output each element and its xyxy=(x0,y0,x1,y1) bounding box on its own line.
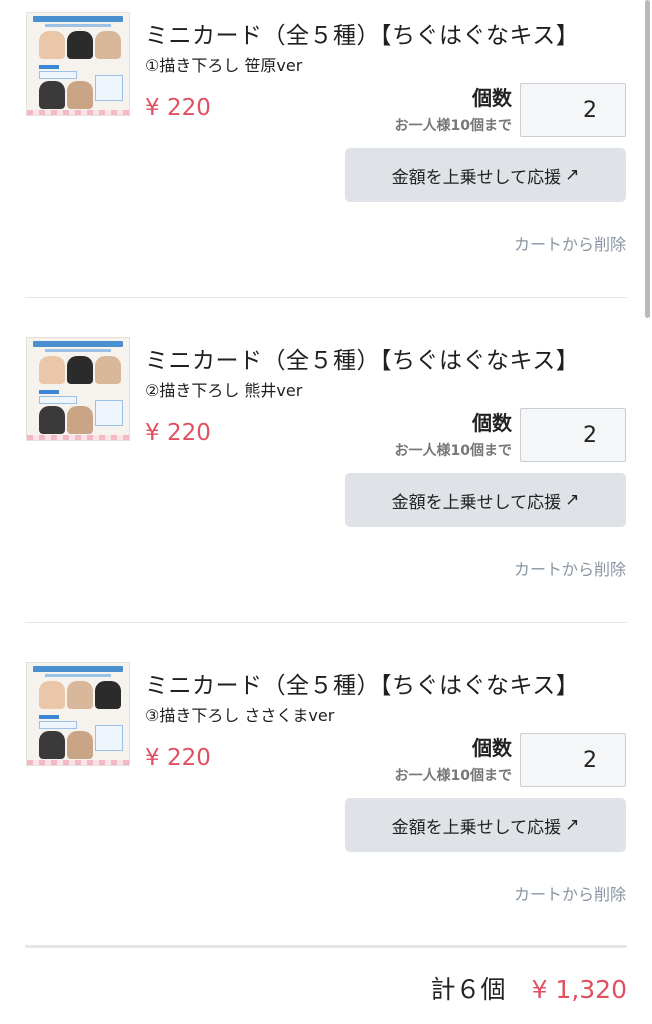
product-variant: ③描き下ろし ささくまver xyxy=(145,706,335,725)
support-button-label: 金額を上乗せして応援 xyxy=(391,492,562,513)
product-thumbnail[interactable] xyxy=(26,337,130,441)
product-thumbnail[interactable] xyxy=(26,12,130,116)
quantity-input[interactable] xyxy=(520,733,626,787)
support-button-label: 金額を上乗せして応援 xyxy=(391,167,562,188)
quantity-label: 個数 xyxy=(472,86,512,110)
quantity-input[interactable] xyxy=(520,408,626,462)
product-price: ¥ 220 xyxy=(145,745,211,771)
total-divider xyxy=(25,945,627,948)
product-title: ミニカード（全５種）【ちぐはぐなキス】 xyxy=(145,348,580,374)
product-variant: ①描き下ろし 笹原ver xyxy=(145,56,303,75)
total-count: 計６個 xyxy=(430,975,506,1004)
support-button-label: 金額を上乗せして応援 xyxy=(391,817,562,838)
item-divider xyxy=(25,297,627,298)
product-thumbnail[interactable] xyxy=(26,662,130,766)
support-extra-button[interactable]: 金額を上乗せして応援 ↗ xyxy=(345,148,626,202)
product-price: ¥ 220 xyxy=(145,95,211,121)
product-title: ミニカード（全５種）【ちぐはぐなキス】 xyxy=(145,23,580,49)
quantity-input[interactable] xyxy=(520,83,626,137)
item-divider xyxy=(25,622,627,623)
product-variant: ②描き下ろし 熊井ver xyxy=(145,381,303,400)
quantity-label: 個数 xyxy=(472,736,512,760)
total-amount: ¥ 1,320 xyxy=(531,975,627,1004)
remove-from-cart-link[interactable]: カートから削除 xyxy=(514,231,626,255)
product-price: ¥ 220 xyxy=(145,420,211,446)
quantity-label: 個数 xyxy=(472,411,512,435)
arrow-up-right-icon: ↗ xyxy=(565,490,580,510)
cart-item: ミニカード（全５種）【ちぐはぐなキス】 ②描き下ろし 熊井ver ¥ 220 個… xyxy=(0,325,652,650)
quantity-limit-note: お一人様10個まで xyxy=(394,443,512,459)
remove-from-cart-link[interactable]: カートから削除 xyxy=(514,556,626,580)
cart-item: ミニカード（全５種）【ちぐはぐなキス】 ①描き下ろし 笹原ver ¥ 220 個… xyxy=(0,0,652,325)
arrow-up-right-icon: ↗ xyxy=(565,165,580,185)
cart-item: ミニカード（全５種）【ちぐはぐなキス】 ③描き下ろし ささくまver ¥ 220… xyxy=(0,650,652,975)
cart-total: 計６個 ¥ 1,320 xyxy=(431,970,627,1006)
support-extra-button[interactable]: 金額を上乗せして応援 ↗ xyxy=(345,473,626,527)
product-title: ミニカード（全５種）【ちぐはぐなキス】 xyxy=(145,673,580,699)
quantity-limit-note: お一人様10個まで xyxy=(394,118,512,134)
support-extra-button[interactable]: 金額を上乗せして応援 ↗ xyxy=(345,798,626,852)
remove-from-cart-link[interactable]: カートから削除 xyxy=(514,881,626,905)
quantity-limit-note: お一人様10個まで xyxy=(394,768,512,784)
arrow-up-right-icon: ↗ xyxy=(565,815,580,835)
